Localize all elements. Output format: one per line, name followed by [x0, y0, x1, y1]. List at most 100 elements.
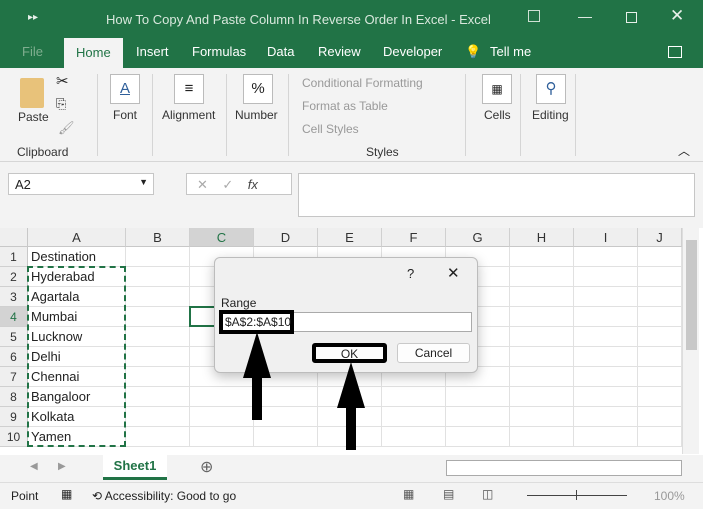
cell[interactable]: [574, 247, 638, 267]
column-header-A[interactable]: A: [28, 228, 126, 247]
editing-button[interactable]: Editing: [532, 108, 569, 122]
row-header-9[interactable]: 9: [0, 407, 28, 427]
cell[interactable]: [574, 427, 638, 447]
enter-icon[interactable]: ✓: [222, 177, 233, 192]
row-header-7[interactable]: 7: [0, 367, 28, 387]
cell[interactable]: [126, 287, 190, 307]
column-header-C[interactable]: C: [190, 228, 254, 247]
tab-data[interactable]: Data: [267, 44, 294, 59]
horizontal-scrollbar[interactable]: [446, 460, 682, 476]
row-header-8[interactable]: 8: [0, 387, 28, 407]
font-button[interactable]: Font: [113, 108, 137, 122]
prev-sheet-icon[interactable]: ◀: [30, 461, 38, 472]
cell[interactable]: [638, 427, 682, 447]
formula-input[interactable]: [298, 173, 695, 217]
cell[interactable]: [574, 407, 638, 427]
cell[interactable]: [574, 267, 638, 287]
cell[interactable]: [574, 367, 638, 387]
format-painter-icon[interactable]: 🖌: [58, 120, 75, 136]
cell[interactable]: [638, 327, 682, 347]
cell[interactable]: [574, 347, 638, 367]
cell[interactable]: [126, 347, 190, 367]
tab-formulas[interactable]: Formulas: [192, 44, 246, 59]
name-box[interactable]: A2 ▼: [8, 173, 154, 195]
row-header-5[interactable]: 5: [0, 327, 28, 347]
column-header-I[interactable]: I: [574, 228, 638, 247]
cell[interactable]: [126, 367, 190, 387]
cell[interactable]: [126, 327, 190, 347]
column-header-H[interactable]: H: [510, 228, 574, 247]
tab-file[interactable]: File: [22, 44, 43, 59]
search-icon[interactable]: ⚲: [536, 74, 566, 104]
cell[interactable]: [510, 247, 574, 267]
cell[interactable]: [574, 327, 638, 347]
dialog-close-button[interactable]: ✕: [447, 264, 460, 282]
cell[interactable]: [382, 387, 446, 407]
cells-icon[interactable]: ▦: [482, 74, 512, 104]
cell[interactable]: [638, 367, 682, 387]
alignment-icon[interactable]: ≡: [174, 74, 204, 104]
cell[interactable]: [574, 287, 638, 307]
minimize-button[interactable]: —: [578, 8, 592, 24]
next-sheet-icon[interactable]: ▶: [58, 461, 66, 472]
percent-icon[interactable]: %: [243, 74, 273, 104]
cut-icon[interactable]: ✂: [56, 72, 69, 90]
zoom-thumb[interactable]: [576, 490, 577, 500]
cell[interactable]: [510, 347, 574, 367]
column-header-G[interactable]: G: [446, 228, 510, 247]
tab-review[interactable]: Review: [318, 44, 361, 59]
cell[interactable]: [574, 307, 638, 327]
cell-styles-button[interactable]: Cell Styles: [302, 122, 359, 136]
cell[interactable]: [510, 407, 574, 427]
cell[interactable]: [382, 407, 446, 427]
quick-access-icon[interactable]: ▸▸: [28, 12, 38, 23]
alignment-button[interactable]: Alignment: [162, 108, 215, 122]
paste-icon[interactable]: [20, 78, 44, 108]
column-header-E[interactable]: E: [318, 228, 382, 247]
zoom-level[interactable]: 100%: [654, 489, 685, 503]
row-header-2[interactable]: 2: [0, 267, 28, 287]
row-header-6[interactable]: 6: [0, 347, 28, 367]
cell[interactable]: [446, 427, 510, 447]
tab-developer[interactable]: Developer: [383, 44, 442, 59]
row-header-4[interactable]: 4: [0, 307, 28, 327]
column-header-J[interactable]: J: [638, 228, 682, 247]
tab-insert[interactable]: Insert: [136, 44, 169, 59]
cell[interactable]: [126, 427, 190, 447]
add-sheet-icon[interactable]: ⊕: [200, 457, 213, 477]
normal-view-icon[interactable]: ▦: [403, 487, 414, 501]
vertical-scrollbar[interactable]: [682, 228, 699, 454]
cell[interactable]: [638, 387, 682, 407]
collapse-ribbon-icon[interactable]: ︿: [678, 142, 690, 159]
tell-me[interactable]: Tell me: [490, 44, 531, 59]
cell[interactable]: [126, 407, 190, 427]
fx-button[interactable]: fx: [248, 177, 258, 192]
cell[interactable]: [446, 407, 510, 427]
cell[interactable]: [126, 267, 190, 287]
cell[interactable]: [638, 307, 682, 327]
cell[interactable]: [638, 347, 682, 367]
cell[interactable]: [446, 387, 510, 407]
cell[interactable]: [510, 267, 574, 287]
cell[interactable]: [510, 427, 574, 447]
comments-icon[interactable]: [668, 46, 682, 58]
cell[interactable]: [510, 327, 574, 347]
format-as-table-button[interactable]: Format as Table: [302, 99, 388, 113]
cells-button[interactable]: Cells: [484, 108, 511, 122]
row-header-1[interactable]: 1: [0, 247, 28, 267]
conditional-formatting-button[interactable]: Conditional Formatting: [302, 76, 423, 90]
cell[interactable]: [574, 387, 638, 407]
cancel-icon[interactable]: ✕: [197, 177, 208, 192]
cell[interactable]: [638, 267, 682, 287]
cell[interactable]: [510, 387, 574, 407]
sheet-tab-sheet1[interactable]: Sheet1: [103, 455, 167, 480]
page-layout-icon[interactable]: ▤: [443, 487, 454, 501]
cell[interactable]: [126, 307, 190, 327]
accessibility-status[interactable]: ⟲ Accessibility: Good to go: [92, 489, 236, 503]
zoom-slider[interactable]: [527, 495, 627, 496]
row-header-3[interactable]: 3: [0, 287, 28, 307]
maximize-button[interactable]: [626, 12, 637, 23]
page-break-icon[interactable]: ◫: [482, 487, 493, 501]
cancel-button[interactable]: Cancel: [397, 343, 470, 363]
ribbon-display-icon[interactable]: [528, 10, 540, 22]
